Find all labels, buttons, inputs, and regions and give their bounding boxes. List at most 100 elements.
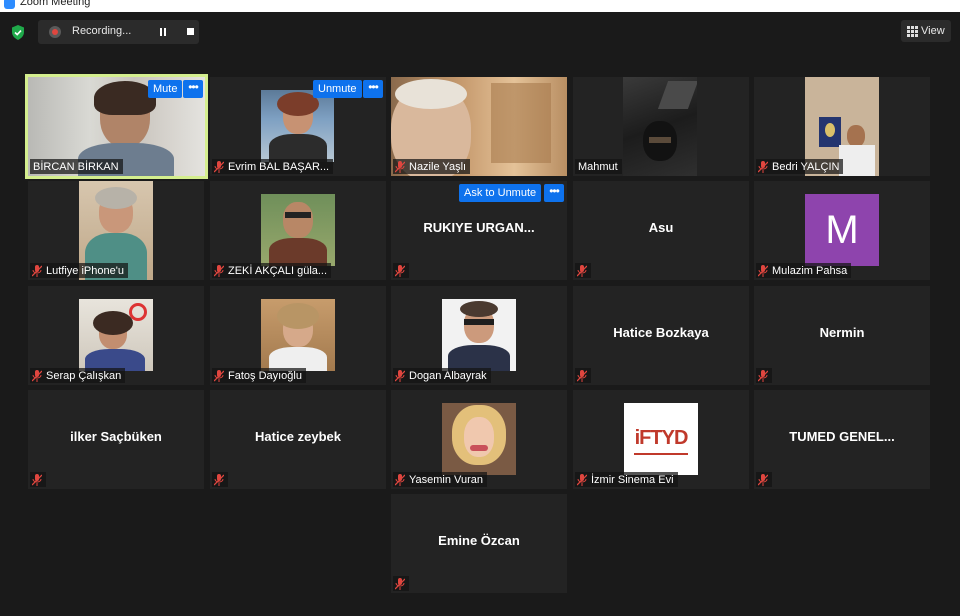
participant-label: Nazile Yaşlı — [393, 159, 471, 174]
participant-video — [442, 299, 516, 371]
unmute-button[interactable]: Unmute — [313, 80, 362, 98]
participant-label: ZEKİ AKÇALI güla... — [212, 263, 332, 278]
mic-muted-icon — [214, 161, 224, 173]
mic-muted-icon — [32, 474, 42, 486]
participant-label: Bedri YALÇIN — [756, 159, 844, 174]
participant-name: Bedri YALÇIN — [772, 161, 840, 173]
participant-tile[interactable]: Yasemin Vuran — [391, 390, 567, 489]
participant-name: Dogan Albayrak — [409, 370, 487, 382]
more-options-button[interactable]: ••• — [363, 80, 383, 98]
participant-label: Mahmut — [575, 159, 622, 174]
participant-label — [212, 472, 228, 487]
record-dot-icon — [49, 26, 61, 38]
view-button[interactable]: View — [901, 20, 951, 42]
participant-name: ZEKİ AKÇALI güla... — [228, 265, 328, 277]
more-options-button[interactable]: ••• — [544, 184, 564, 202]
mute-button[interactable]: Mute — [148, 80, 183, 98]
participant-tile[interactable]: ZEKİ AKÇALI güla... — [210, 181, 386, 280]
participant-tile[interactable]: Nermin — [754, 286, 930, 385]
mic-muted-icon — [577, 265, 587, 277]
iftyd-logo: iFTYD — [634, 427, 689, 449]
participant-label: Yasemin Vuran — [393, 472, 487, 487]
mic-muted-icon — [395, 474, 405, 486]
participant-label — [756, 472, 772, 487]
more-options-button[interactable]: ••• — [183, 80, 203, 98]
recording-label: Recording... — [72, 25, 132, 37]
mic-muted-icon — [32, 265, 42, 277]
participant-tile[interactable]: Hatice zeybek — [210, 390, 386, 489]
participant-video — [79, 299, 153, 371]
mic-muted-icon — [32, 370, 42, 382]
participant-label — [393, 263, 409, 278]
participant-name: Fatoş Dayıoğlu — [228, 370, 302, 382]
participant-tile[interactable]: Ask to Unmute ••• RUKIYE URGAN... — [391, 181, 567, 280]
participant-label — [393, 576, 409, 591]
participant-label: Serap Çalışkan — [30, 368, 126, 383]
participant-label — [30, 472, 46, 487]
participant-tile[interactable]: Bedri YALÇIN — [754, 77, 930, 176]
participant-tile[interactable]: Fatoş Dayıoğlu — [210, 286, 386, 385]
participant-name: Nermin — [819, 325, 865, 340]
participant-video — [261, 194, 335, 266]
participant-tile[interactable]: iFTYD İzmir Sinema Evi — [573, 390, 749, 489]
participant-tile[interactable]: Hatice Bozkaya — [573, 286, 749, 385]
ask-to-unmute-button[interactable]: Ask to Unmute — [459, 184, 542, 202]
participant-name: Mulazim Pahsa — [772, 265, 848, 277]
zoom-app-icon — [4, 0, 15, 9]
participant-name: Emine Özcan — [438, 533, 520, 548]
participant-tile-active[interactable]: Mute ••• BİRCAN BİRKAN — [25, 74, 208, 179]
participant-tile[interactable]: ilker Saçbüken — [28, 390, 204, 489]
title-bar: Zoom Meeting — [0, 0, 960, 12]
participant-tile[interactable]: Dogan Albayrak — [391, 286, 567, 385]
participant-tile[interactable]: Serap Çalışkan — [28, 286, 204, 385]
participant-tile[interactable]: M Mulazim Pahsa — [754, 181, 930, 280]
mic-muted-icon — [758, 474, 768, 486]
mic-muted-icon — [214, 265, 224, 277]
window-title: Zoom Meeting — [20, 0, 91, 8]
participant-tile[interactable]: Asu — [573, 181, 749, 280]
recording-indicator: Recording... — [38, 20, 199, 44]
mic-muted-icon — [758, 265, 768, 277]
participant-name: BİRCAN BİRKAN — [33, 161, 119, 173]
participant-label: Fatoş Dayıoğlu — [212, 368, 306, 383]
mic-muted-icon — [577, 474, 587, 486]
stop-recording-button[interactable] — [184, 26, 198, 38]
view-label: View — [921, 25, 945, 37]
participant-name: TUMED GENEL... — [789, 429, 895, 444]
mic-muted-icon — [395, 370, 405, 382]
participant-tile[interactable]: Nazile Yaşlı — [391, 77, 567, 176]
mic-muted-icon — [395, 161, 405, 173]
participant-label: Lutfiye iPhone'u — [30, 263, 128, 278]
participant-tile[interactable]: TUMED GENEL... — [754, 390, 930, 489]
participant-tile[interactable]: Unmute ••• Evrim BAL BAŞAR... — [210, 77, 386, 176]
participant-label: BİRCAN BİRKAN — [30, 159, 123, 174]
participant-name: Evrim BAL BAŞAR... — [228, 161, 330, 173]
shield-check-icon[interactable] — [11, 25, 25, 40]
participant-label: Evrim BAL BAŞAR... — [212, 159, 334, 174]
participant-name: Serap Çalışkan — [46, 370, 122, 382]
participant-name: Mahmut — [578, 161, 618, 173]
participant-video — [623, 77, 697, 176]
mic-muted-icon — [214, 370, 224, 382]
mic-muted-icon — [577, 370, 587, 382]
pause-recording-button[interactable] — [156, 26, 170, 38]
participant-label — [756, 368, 772, 383]
participant-name: Lutfiye iPhone'u — [46, 265, 124, 277]
mic-muted-icon — [758, 370, 768, 382]
mic-muted-icon — [758, 161, 768, 173]
participant-label — [575, 263, 591, 278]
participant-video — [442, 403, 516, 475]
participant-name: ilker Saçbüken — [70, 429, 162, 444]
participant-label — [575, 368, 591, 383]
participant-video: iFTYD — [624, 403, 698, 475]
participant-name: Nazile Yaşlı — [409, 161, 467, 173]
avatar: M — [805, 194, 879, 266]
participant-tile[interactable]: Mahmut — [573, 77, 749, 176]
participant-tile[interactable]: Lutfiye iPhone'u — [28, 181, 204, 280]
participant-label: Mulazim Pahsa — [756, 263, 852, 278]
grid-icon — [907, 26, 918, 37]
participant-tile[interactable]: Emine Özcan — [391, 494, 567, 593]
mic-muted-icon — [395, 265, 405, 277]
toolbar-edge — [0, 610, 960, 616]
participant-name: Hatice Bozkaya — [613, 325, 709, 340]
